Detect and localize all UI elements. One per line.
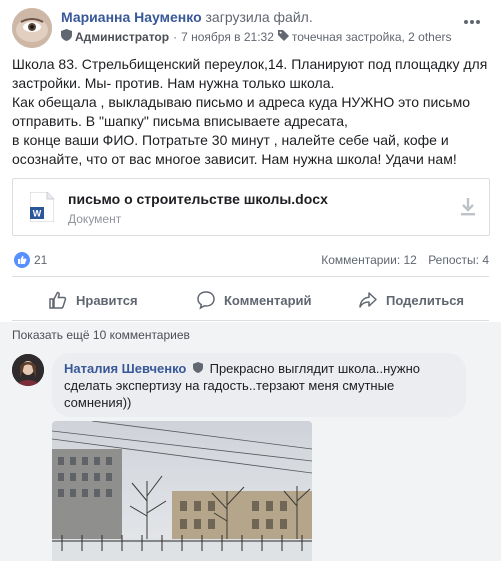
author-name[interactable]: Марианна Науменко	[61, 9, 202, 25]
commenter-avatar[interactable]	[12, 354, 44, 386]
meta-separator: ·	[173, 29, 178, 44]
post-text: Школа 83. Стрельбищенский переулок,14. П…	[12, 55, 492, 169]
attachment-title[interactable]: письмо о строительстве школы.docx	[68, 191, 328, 207]
share-icon	[359, 292, 377, 308]
post-text-line: Школа 83. Стрельбищенский переулок,14. П…	[12, 56, 488, 72]
admin-shield-icon	[192, 361, 207, 376]
post-text-line: Как обещала , выкладываю письмо и адреса…	[12, 94, 471, 110]
post-stats: Комментарии: 12 Репосты: 4	[313, 253, 489, 267]
attachment-type: Документ	[68, 212, 122, 226]
comment-text-line: Прекрасно выглядит школа..нужно	[209, 361, 421, 376]
comment-button[interactable]: Комментарий	[196, 286, 312, 314]
comment-author[interactable]: Наталия Шевченко	[64, 361, 186, 376]
show-more-comments-link[interactable]: Показать ещё 10 комментариев	[12, 328, 190, 342]
post-meta: Администратор · 7 ноября в 21:32 точечна…	[61, 29, 452, 44]
admin-shield-icon	[61, 29, 72, 44]
comment-text-line: сомнения))	[64, 395, 132, 410]
shares-count[interactable]: Репосты: 4	[428, 253, 489, 267]
divider	[12, 320, 489, 321]
comment-content: Наталия Шевченко Прекрасно выглядит школ…	[52, 353, 466, 417]
post-text-line: в конце ваши ФИО. Потратьте 30 минут , н…	[12, 132, 449, 148]
comments-count[interactable]: Комментарии: 12	[321, 253, 417, 267]
post-card: Марианна Науменко загрузила файл. Админи…	[0, 0, 501, 561]
like-button[interactable]: Нравится	[48, 286, 138, 314]
like-reaction-icon[interactable]	[14, 252, 30, 268]
file-attachment[interactable]: W письмо о строительстве школы.docx Доку…	[12, 178, 490, 236]
post-date[interactable]: 7 ноября в 21:32	[181, 30, 274, 44]
comment-label: Комментарий	[224, 292, 312, 308]
like-label: Нравится	[76, 292, 138, 308]
comment-photo-school[interactable]	[52, 421, 312, 561]
thumbs-up-icon	[49, 291, 67, 309]
share-button[interactable]: Поделиться	[358, 286, 464, 314]
post-text-line: застройки. Мы- против. Нам нужна только …	[12, 75, 335, 91]
post-action-text: загрузила файл.	[205, 9, 313, 25]
share-label: Поделиться	[386, 292, 465, 308]
comment-text-line: сделать экспертизу на гадость..терзают м…	[64, 378, 395, 393]
word-icon-letter: W	[33, 209, 42, 219]
like-count[interactable]: 21	[34, 253, 47, 267]
author-role: Администратор	[75, 29, 170, 44]
more-options-icon[interactable]	[464, 11, 484, 24]
post-text-line: отправить. В "шапку" письма вписываете а…	[12, 113, 348, 129]
download-icon[interactable]	[459, 197, 477, 217]
post-tags[interactable]: точечная застройка, 2 others	[292, 30, 452, 44]
comment-icon	[197, 291, 215, 310]
post-text-line: осознайте, что от вас многое зависит. На…	[12, 151, 457, 167]
divider	[12, 276, 489, 277]
author-avatar[interactable]	[12, 8, 52, 48]
post-header-line: Марианна Науменко загрузила файл.	[61, 9, 313, 25]
tag-icon	[277, 29, 289, 44]
word-document-icon: W	[29, 191, 55, 223]
